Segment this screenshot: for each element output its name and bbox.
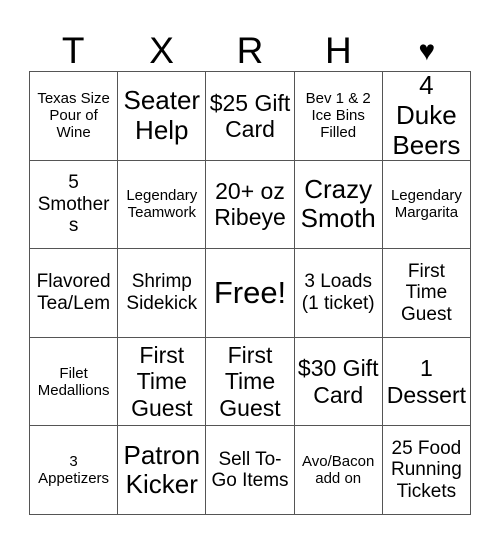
bingo-header-letter-0: T — [61, 30, 85, 71]
bingo-square-label: 4 Duke Beers — [392, 72, 461, 160]
bingo-square[interactable]: 5 Smothers — [30, 160, 119, 250]
bingo-square[interactable]: Avo/Bacon add on — [294, 426, 383, 515]
bingo-grid: Texas Size Pour of Wine Seater Help $25 Gi… — [29, 71, 471, 515]
bingo-square[interactable]: Flavored Tea/Lem — [30, 249, 119, 338]
bingo-square-label: 1 Dessert — [386, 355, 467, 408]
heart-icon: ♥ — [418, 35, 436, 66]
bingo-square-label: Legendary Margarita — [390, 187, 462, 222]
bingo-header-letter-2: R — [236, 30, 264, 71]
bingo-square[interactable]: Bev 1 & 2 Ice Bins Filled — [294, 72, 383, 161]
bingo-square-label: Seater Help — [123, 85, 201, 145]
bingo-square[interactable]: 20+ oz Ribeye — [206, 160, 295, 250]
bingo-square-label: $30 Gift Card — [297, 355, 379, 408]
bingo-square[interactable]: Legendary Margarita — [382, 160, 471, 250]
bingo-square-label: Sell To-Go Items — [211, 448, 289, 492]
bingo-header-letter-3: H — [325, 30, 352, 71]
bingo-square-label: 25 Food Running Tickets — [391, 437, 462, 503]
bingo-header-row: T X R H ♥ — [29, 18, 471, 71]
bingo-square-label: Legendary Teamwork — [126, 187, 198, 222]
bingo-square-label: Crazy Smoth — [300, 173, 376, 234]
bingo-square[interactable]: Seater Help — [118, 72, 207, 161]
bingo-square[interactable]: Sell To-Go Items — [206, 426, 295, 515]
bingo-card: T X R H ♥ Texas Size Pour of Wine Seater Help… — [0, 0, 500, 544]
bingo-square-label: First Time Guest — [219, 342, 281, 421]
bingo-square-label: $25 Gift Card — [209, 89, 291, 142]
bingo-square-label: Shrimp Sidekick — [126, 271, 198, 314]
bingo-header-letter-1: X — [149, 30, 174, 71]
bingo-square[interactable]: 25 Food Running Tickets — [382, 426, 471, 515]
bingo-square-label: Free! — [213, 275, 287, 311]
bingo-square[interactable]: First Time Guest — [382, 249, 471, 338]
bingo-square-label: Filet Medallions — [37, 364, 110, 399]
bingo-square[interactable]: 1 Dessert — [382, 337, 471, 427]
bingo-square-label: 3 Appetizers — [38, 453, 110, 488]
bingo-square[interactable]: First Time Guest — [118, 337, 207, 427]
bingo-square[interactable]: 3 Appetizers — [30, 426, 119, 515]
bingo-square[interactable]: First Time Guest — [206, 337, 295, 427]
bingo-square[interactable]: Texas Size Pour of Wine — [30, 72, 119, 161]
bingo-square-label: Avo/Bacon add on — [302, 453, 375, 488]
bingo-square-label: Flavored Tea/Lem — [36, 271, 111, 314]
bingo-square[interactable]: Patron Kicker — [118, 426, 207, 515]
bingo-square-label: 20+ oz Ribeye — [214, 178, 286, 231]
bingo-square[interactable]: Shrimp Sidekick — [118, 249, 207, 338]
bingo-square[interactable]: Legendary Teamwork — [118, 160, 207, 250]
bingo-square-label: 5 Smothers — [37, 171, 110, 237]
bingo-free-square[interactable]: Free! — [206, 249, 295, 338]
bingo-square-label: Texas Size Pour of Wine — [37, 90, 110, 142]
bingo-square[interactable]: $30 Gift Card — [294, 337, 383, 427]
bingo-square[interactable]: Filet Medallions — [30, 337, 119, 427]
bingo-square-label: First Time Guest — [131, 342, 193, 421]
bingo-square-label: Bev 1 & 2 Ice Bins Filled — [305, 90, 371, 142]
bingo-square-label: 3 Loads (1 ticket) — [301, 271, 375, 314]
bingo-square[interactable]: Crazy Smoth — [294, 160, 383, 250]
bingo-square[interactable]: 4 Duke Beers — [382, 72, 471, 161]
bingo-square-label: First Time Guest — [401, 260, 452, 325]
bingo-square[interactable]: $25 Gift Card — [206, 72, 295, 161]
bingo-square[interactable]: 3 Loads (1 ticket) — [294, 249, 383, 338]
bingo-square-label: Patron Kicker — [123, 439, 201, 500]
